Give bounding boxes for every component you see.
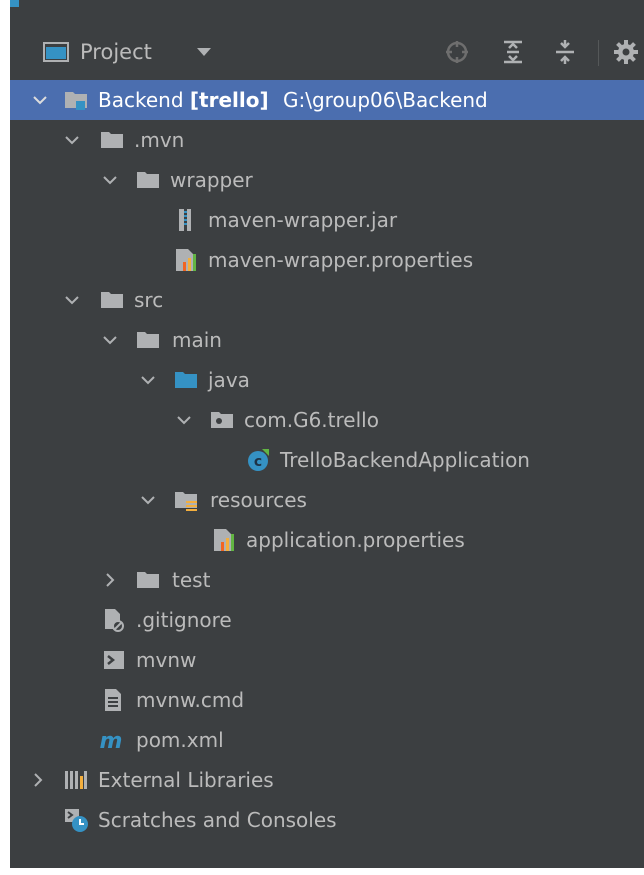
tree-item-label: main — [172, 328, 222, 352]
tree-item-application-properties[interactable]: application.properties — [10, 520, 644, 560]
tree-item-label: maven-wrapper.jar — [208, 208, 398, 232]
tree-item-label: test — [172, 568, 211, 592]
shell-script-icon — [104, 651, 124, 669]
tree-item-mvnw-cmd[interactable]: mvnw.cmd — [10, 680, 644, 720]
tree-item-wrapper[interactable]: wrapper — [10, 160, 644, 200]
module-name-label: [trello] — [189, 88, 269, 112]
tree-item-src[interactable]: src — [10, 280, 644, 320]
chevron-down-icon[interactable] — [174, 410, 194, 430]
project-view-icon[interactable] — [40, 26, 72, 78]
locate-icon[interactable] — [442, 26, 472, 78]
chevron-down-icon[interactable] — [30, 90, 50, 110]
folder-icon — [137, 572, 159, 588]
active-tab-accent — [10, 0, 19, 7]
svg-text:c: c — [254, 454, 262, 470]
tree-item-label: pom.xml — [136, 728, 224, 752]
chevron-right-icon[interactable] — [100, 570, 120, 590]
chevron-down-icon[interactable] — [62, 290, 82, 310]
tree-item-maven-wrapper-properties[interactable]: maven-wrapper.properties — [10, 240, 644, 280]
folder-icon — [137, 172, 159, 188]
tree-item-label: java — [208, 368, 250, 392]
tree-item-pom[interactable]: m pom.xml — [10, 720, 644, 760]
chevron-down-icon[interactable] — [192, 26, 216, 78]
tree-item-package[interactable]: com.G6.trello — [10, 400, 644, 440]
tree-item-label: wrapper — [170, 168, 253, 192]
tree-item-test[interactable]: test — [10, 560, 644, 600]
project-tree: Backend [trello] G:\group06\Backend .mvn… — [10, 78, 644, 868]
resources-folder-icon — [175, 492, 197, 511]
properties-file-icon — [214, 529, 234, 551]
toolbar-separator — [598, 40, 599, 66]
chevron-right-icon[interactable] — [28, 770, 48, 790]
tree-item-label: .mvn — [134, 128, 185, 152]
module-path-label: G:\group06\Backend — [282, 88, 488, 112]
collapse-all-icon[interactable] — [550, 26, 580, 78]
tree-item-label: mvnw.cmd — [136, 688, 245, 712]
tree-item-label: maven-wrapper.properties — [208, 248, 474, 272]
chevron-down-icon[interactable] — [100, 330, 120, 350]
folder-icon — [137, 332, 159, 348]
gear-icon[interactable] — [612, 26, 640, 78]
tree-item-label: resources — [210, 488, 307, 512]
tree-item-label: src — [134, 288, 164, 312]
tree-item-label: com.G6.trello — [244, 408, 379, 432]
tree-item-main[interactable]: main — [10, 320, 644, 360]
spring-boot-class-icon: c — [248, 449, 269, 471]
module-folder-icon — [65, 92, 87, 110]
tree-item-maven-wrapper-jar[interactable]: maven-wrapper.jar — [10, 200, 644, 240]
text-file-icon — [105, 689, 121, 711]
project-toolbar: Project — [10, 26, 644, 78]
library-icon — [65, 771, 87, 789]
expand-all-icon[interactable] — [498, 26, 528, 78]
project-tool-window: Project Backend [trello] G:\group06\Back… — [10, 0, 644, 868]
chevron-down-icon[interactable] — [100, 170, 120, 190]
chevron-down-icon[interactable] — [138, 490, 158, 510]
tree-item-label: Backend — [98, 88, 184, 112]
ignore-file-icon — [105, 609, 124, 632]
tree-item-label: .gitignore — [136, 608, 232, 632]
tree-item-mvnw[interactable]: mvnw — [10, 640, 644, 680]
chevron-down-icon[interactable] — [62, 130, 82, 150]
properties-file-icon — [176, 249, 196, 271]
maven-icon: m — [100, 729, 123, 752]
tree-item-label: mvnw — [136, 648, 197, 672]
tree-item-scratches[interactable]: Scratches and Consoles — [10, 800, 644, 840]
tree-item-label: TrelloBackendApplication — [280, 448, 530, 472]
svg-text:m: m — [100, 729, 123, 752]
folder-icon — [101, 132, 123, 148]
tree-item-label: External Libraries — [98, 768, 274, 792]
tree-item-external-libraries[interactable]: External Libraries — [10, 760, 644, 800]
archive-icon — [179, 209, 191, 231]
package-icon — [211, 412, 233, 428]
tree-item-backend[interactable]: Backend [trello] G:\group06\Backend — [10, 80, 644, 120]
tree-item-label: Scratches and Consoles — [98, 808, 337, 832]
project-view-selector[interactable]: Project — [80, 26, 152, 78]
source-folder-icon — [175, 372, 197, 388]
tree-item-resources[interactable]: resources — [10, 480, 644, 520]
tree-item-mvn[interactable]: .mvn — [10, 120, 644, 160]
folder-icon — [101, 292, 123, 308]
tree-item-app-class[interactable]: c TrelloBackendApplication — [10, 440, 644, 480]
tree-item-label: application.properties — [246, 528, 465, 552]
scratches-icon — [65, 809, 88, 832]
tree-item-java[interactable]: java — [10, 360, 644, 400]
window-top-strip — [10, 0, 644, 26]
tree-item-gitignore[interactable]: .gitignore — [10, 600, 644, 640]
chevron-down-icon[interactable] — [138, 370, 158, 390]
